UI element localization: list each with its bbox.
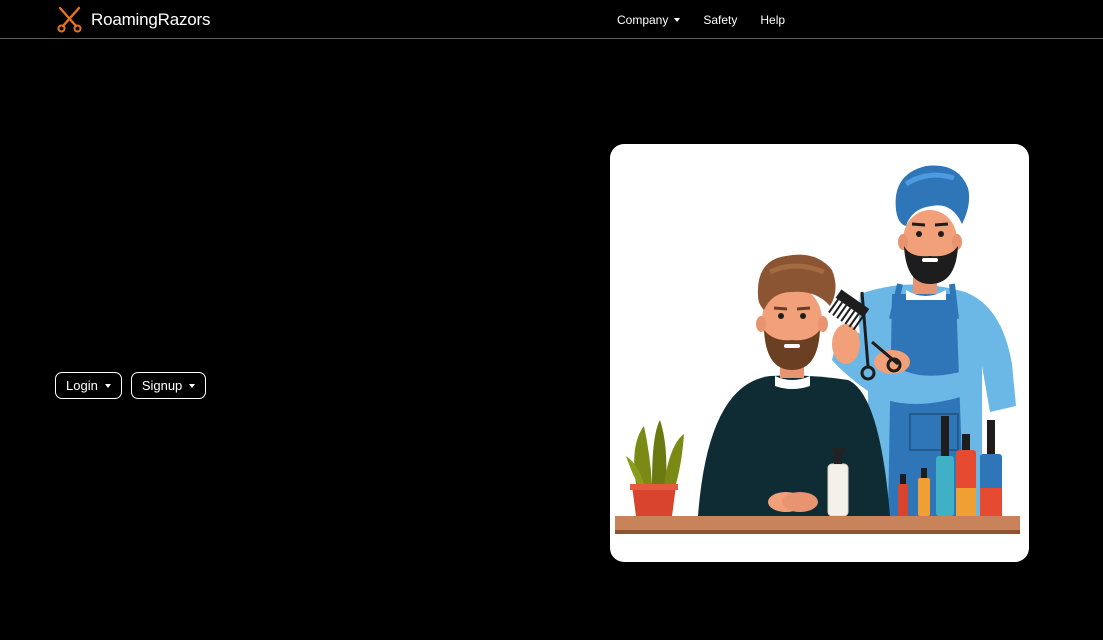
nav-company-label: Company	[617, 12, 669, 27]
top-navbar: RoamingRazors Company Safety Help	[0, 0, 1103, 39]
brand-link[interactable]: RoamingRazors	[56, 6, 210, 33]
signup-label: Signup	[141, 378, 183, 393]
nav-safety-link[interactable]: Safety	[703, 13, 737, 27]
brand-name: RoamingRazors	[91, 9, 211, 29]
caret-down-icon	[674, 18, 681, 22]
nav-safety-label: Safety	[703, 12, 738, 27]
main-nav: Company Safety Help	[617, 0, 808, 39]
login-label: Login	[66, 378, 98, 393]
signup-dropdown-button[interactable]: Signup	[130, 372, 207, 399]
hero-illustration-card	[610, 144, 1029, 562]
nav-company-dropdown[interactable]: Company	[617, 12, 681, 27]
auth-buttons: Login Signup	[55, 372, 215, 399]
login-dropdown-button[interactable]: Login	[55, 372, 122, 399]
nav-help-label: Help	[760, 12, 786, 27]
nav-help-link[interactable]: Help	[760, 13, 785, 27]
barber-illustration	[615, 165, 1020, 534]
scissors-icon	[56, 6, 83, 33]
caret-down-icon	[104, 384, 111, 388]
caret-down-icon	[189, 384, 196, 388]
